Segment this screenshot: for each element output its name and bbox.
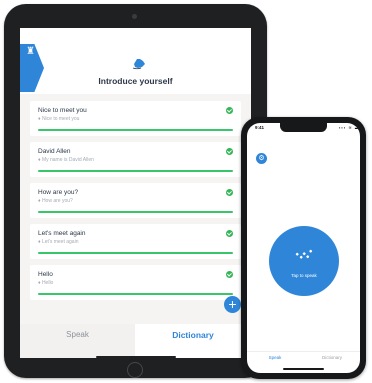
phrase-translation: ♦ Hello: [38, 280, 54, 286]
phone-device: 9:41 ▪▪▪ ≋ ▬ ⚙ Tap to speak Speak Dictio…: [241, 117, 366, 379]
app-header: ♜ Introduce yourself: [20, 28, 251, 94]
progress-bar: [38, 170, 233, 172]
check-icon: [226, 230, 233, 237]
progress-bar: [38, 293, 233, 295]
tab-dictionary[interactable]: Dictionary: [135, 324, 251, 358]
gear-icon[interactable]: ⚙: [256, 153, 267, 164]
phrase-text: Let's meet again: [38, 230, 86, 237]
list-item[interactable]: Hello ♦ Hello: [30, 265, 241, 300]
phone-screen: 9:41 ▪▪▪ ≋ ▬ ⚙ Tap to speak Speak Dictio…: [247, 123, 360, 373]
phrase-text: Hello: [38, 271, 53, 278]
progress-bar: [38, 211, 233, 213]
list-item[interactable]: Nice to meet you ♦ Nice to meet you: [30, 101, 241, 136]
list-item[interactable]: How are you? ♦ How are you?: [30, 183, 241, 218]
status-icons: ▪▪▪ ≋ ▬: [339, 125, 360, 130]
check-icon: [226, 148, 233, 155]
progress-bar: [38, 129, 233, 131]
phrase-translation: ♦ Let's meet again: [38, 239, 79, 245]
tablet-home-button[interactable]: [127, 362, 143, 378]
tab-bar: Speak Dictionary: [20, 324, 251, 358]
progress-bar: [38, 252, 233, 254]
tab-divider: [247, 351, 360, 352]
puzzle-icon[interactable]: ♜: [25, 46, 36, 57]
status-time: 9:41: [255, 125, 265, 130]
page-title: Introduce yourself: [98, 76, 173, 86]
phrase-translation: ♦ How are you?: [38, 198, 73, 204]
add-phrase-button[interactable]: +: [224, 296, 241, 313]
voice-wave-icon: [295, 249, 313, 259]
tablet-device: ♜ Introduce yourself Nice to meet you ♦ …: [4, 4, 267, 378]
home-indicator: [96, 356, 176, 358]
tablet-screen: ♜ Introduce yourself Nice to meet you ♦ …: [20, 28, 251, 358]
phrase-list: Nice to meet you ♦ Nice to meet you Davi…: [20, 94, 251, 324]
phone-notch: [280, 123, 327, 132]
phrase-text: David Allen: [38, 148, 71, 155]
phrase-text: Nice to meet you: [38, 107, 87, 114]
list-item[interactable]: Let's meet again ♦ Let's meet again: [30, 224, 241, 259]
check-icon: [226, 189, 233, 196]
list-item[interactable]: David Allen ♦ My name is David Allen: [30, 142, 241, 177]
phone-home-indicator: [283, 368, 324, 370]
check-icon: [226, 271, 233, 278]
phrase-translation: ♦ My name is David Allen: [38, 157, 94, 163]
phone-tab-dictionary[interactable]: Dictionary: [304, 355, 360, 360]
check-icon: [226, 107, 233, 114]
phone-tab-speak[interactable]: Speak: [247, 355, 303, 360]
phrase-text: How are you?: [38, 189, 79, 196]
tablet-camera: [132, 14, 137, 19]
tap-to-speak-label: Tap to speak: [291, 273, 317, 278]
tab-speak[interactable]: Speak: [20, 324, 135, 358]
phrase-translation: ♦ Nice to meet you: [38, 116, 80, 122]
waving-hand-icon: [132, 59, 145, 70]
